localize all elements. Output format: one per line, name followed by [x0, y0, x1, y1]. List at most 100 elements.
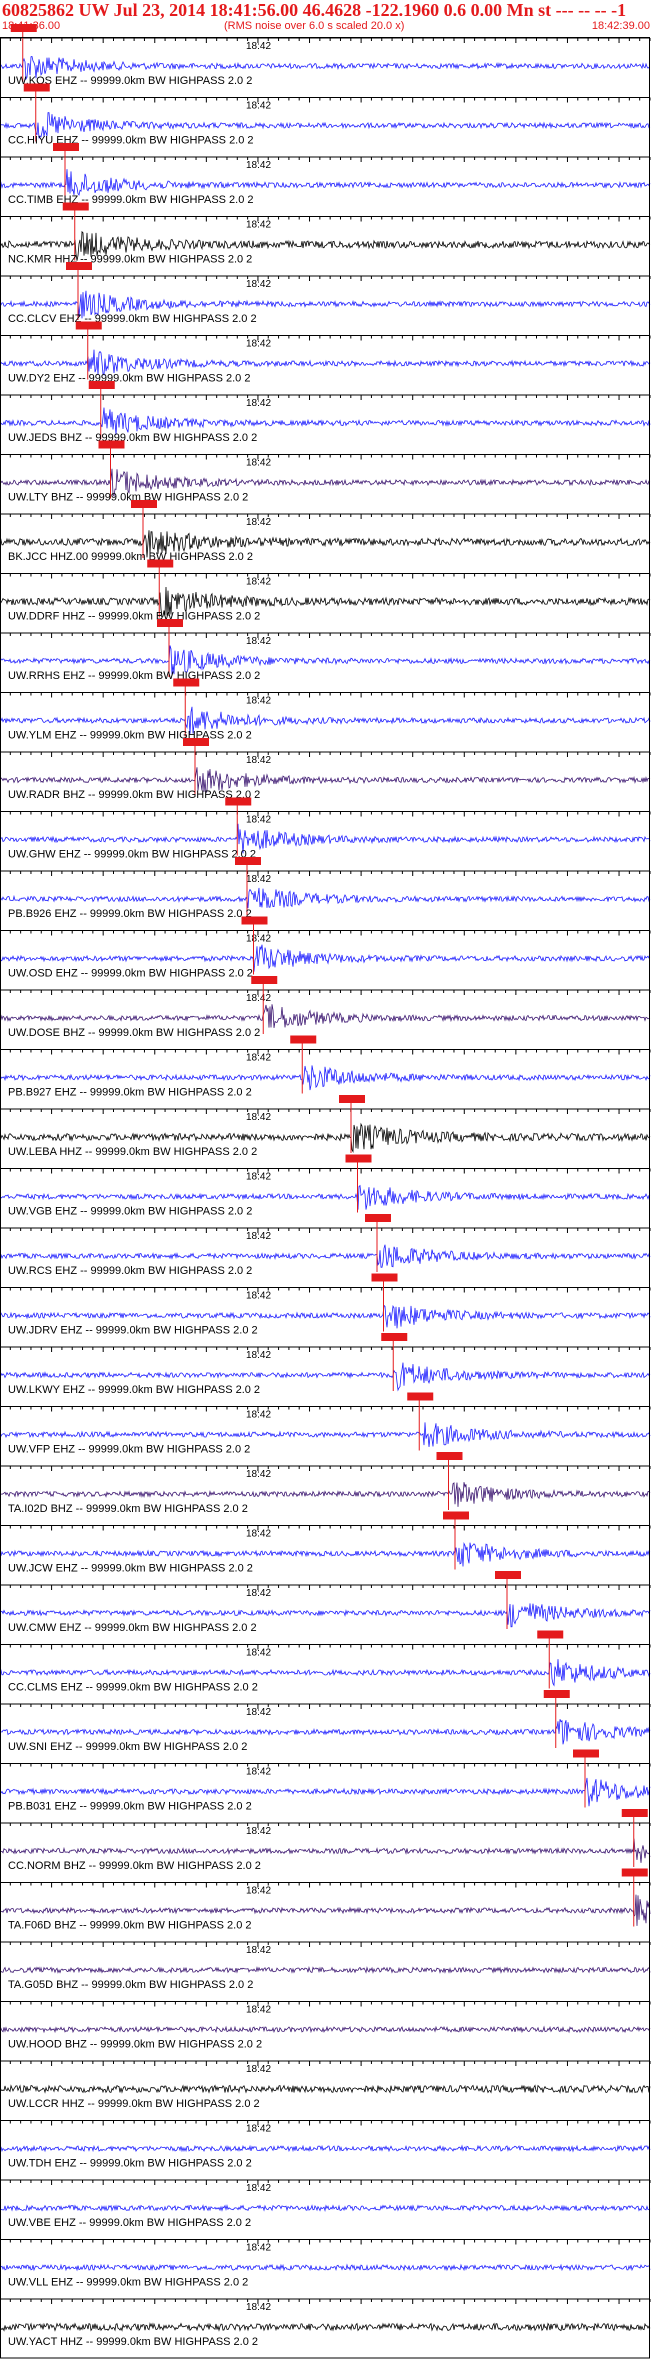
- trace-row: 18:42 UW.LTY BHZ -- 99999.0km BW HIGHPASS…: [0, 440, 651, 504]
- minute-label: 18:42: [246, 1826, 271, 1837]
- trace-row: 18:42 UW.LEBA HHZ -- 99999.0km BW HIGHPAS…: [0, 1095, 651, 1158]
- station-label: UW.YLM EHZ -- 99999.0km BW HIGHPASS 2.0 …: [8, 730, 252, 742]
- trace-row: 18:42 PB.B927 EHZ -- 99999.0km BW HIGHPAS…: [0, 1035, 651, 1099]
- station-label: UW.CMW EHZ -- 99999.0km BW HIGHPASS 2.0 …: [8, 1622, 257, 1634]
- pick-marker: [23, 83, 50, 92]
- waveform-trace: [0, 2144, 651, 2153]
- minute-label: 18:42: [246, 934, 271, 945]
- station-label: UW.OSD EHZ -- 99999.0km BW HIGHPASS 2.0 …: [8, 968, 253, 980]
- pick-marker: [407, 1392, 434, 1401]
- station-label: UW.VBE EHZ -- 99999.0km BW HIGHPASS 2.0 …: [8, 2217, 251, 2229]
- minute-label: 18:42: [246, 101, 271, 112]
- trace-row: 18:42 UW.LKWY EHZ -- 99999.0km BW HIGHPAS…: [0, 1333, 651, 1396]
- minute-label: 18:42: [246, 1112, 271, 1123]
- minute-label: 18:42: [246, 339, 271, 350]
- pick-marker: [621, 1868, 648, 1877]
- trace-row: 18:42 UW.VFP EHZ -- 99999.0km BW HIGHPASS…: [0, 1392, 651, 1456]
- trace-row: 18:42 CC.TIMB EHZ -- 99999.0km BW HIGHPAS…: [0, 143, 651, 206]
- minute-label: 18:42: [246, 1172, 271, 1183]
- minute-label: 18:42: [246, 1945, 271, 1956]
- pick-marker: [495, 1571, 521, 1579]
- station-label: UW.LEBA HHZ -- 99999.0km BW HIGHPASS 2.0…: [8, 1146, 257, 1158]
- waveform-trace: [0, 1004, 651, 1028]
- trace-row: 18:42 TA.G05D BHZ -- 99999.0km BW HIGHPAS…: [0, 1941, 651, 1991]
- pick-marker: [66, 262, 92, 270]
- minute-label: 18:42: [246, 2124, 271, 2135]
- pick-marker: [10, 24, 37, 32]
- trace-row: 18:42 CC.CLMS EHZ -- 99999.0km BW HIGHPAS…: [0, 1630, 651, 1694]
- trace-row: 18:42 UW.DDRF HHZ -- 99999.0km BW HIGHPAS…: [0, 559, 651, 623]
- trace-row: 18:42 NC.KMR HHZ -- 99999.0km BW HIGHPASS…: [0, 202, 651, 266]
- minute-label: 18:42: [246, 1648, 271, 1659]
- pick-marker: [573, 1749, 599, 1758]
- station-label: NC.KMR HHZ -- 99999.0km BW HIGHPASS 2.0 …: [8, 254, 252, 266]
- trace-row: 18:42 CC.CLCV EHZ -- 99999.0km BW HIGHPAS…: [0, 262, 651, 325]
- station-label: UW.LTY BHZ -- 99999.0km BW HIGHPASS 2.0 …: [8, 492, 248, 504]
- pick-marker: [173, 678, 200, 687]
- minute-label: 18:42: [246, 636, 271, 647]
- station-label: UW.DY2 EHZ -- 99999.0km BW HIGHPASS 2.0 …: [8, 373, 250, 385]
- station-label: UW.VFP EHZ -- 99999.0km BW HIGHPASS 2.0 …: [8, 1444, 250, 1456]
- waveform-trace: [0, 2025, 651, 2034]
- station-label: CC.CLMS EHZ -- 99999.0km BW HIGHPASS 2.0…: [8, 1682, 258, 1694]
- minute-label: 18:42: [246, 1588, 271, 1599]
- trace-row: 18:42 UW.TDH EHZ -- 99999.0km BW HIGHPASS…: [0, 2120, 651, 2170]
- minute-label: 18:42: [246, 2183, 271, 2194]
- pick-marker: [183, 738, 209, 746]
- waveform-trace: [0, 169, 651, 196]
- minute-label: 18:42: [246, 755, 271, 766]
- waveform-trace: [0, 2204, 651, 2212]
- pick-marker: [543, 1690, 570, 1698]
- station-label: CC.NORM BHZ -- 99999.0km BW HIGHPASS 2.0…: [8, 1860, 261, 1872]
- station-label: PB.B927 EHZ -- 99999.0km BW HIGHPASS 2.0…: [8, 1087, 252, 1099]
- waveform-trace: [0, 2084, 651, 2094]
- pick-marker: [147, 559, 174, 568]
- minute-label: 18:42: [246, 1291, 271, 1302]
- station-label: UW.VLL EHZ -- 99999.0km BW HIGHPASS 2.0 …: [8, 2277, 248, 2289]
- minute-label: 18:42: [246, 1053, 271, 1064]
- station-label: UW.TDH EHZ -- 99999.0km BW HIGHPASS 2.0 …: [8, 2158, 252, 2170]
- pick-marker: [290, 1035, 317, 1044]
- waveform-trace: [0, 887, 651, 909]
- trace-row: 18:42 PB.B926 EHZ -- 99999.0km BW HIGHPAS…: [0, 857, 651, 920]
- minute-label: 18:42: [246, 2243, 271, 2254]
- station-label: UW.JEDS BHZ -- 99999.0km BW HIGHPASS 2.0…: [8, 432, 257, 444]
- pick-marker: [88, 381, 115, 389]
- trace-row: 18:42 UW.RADR BHZ -- 99999.0km BW HIGHPAS…: [0, 738, 651, 801]
- station-label: UW.DOSE BHZ -- 99999.0km BW HIGHPASS 2.0…: [8, 1027, 260, 1039]
- pick-marker: [537, 1630, 564, 1639]
- trace-row: 18:42 UW.JCW EHZ -- 99999.0km BW HIGHPASS…: [0, 1511, 651, 1575]
- minute-label: 18:42: [246, 220, 271, 231]
- minute-label: 18:42: [246, 2302, 271, 2313]
- station-label: UW.JDRV EHZ -- 99999.0km BW HIGHPASS 2.0…: [8, 1325, 258, 1337]
- minute-label: 18:42: [246, 2005, 271, 2016]
- pick-marker: [157, 619, 183, 627]
- trace-row: 18:42 UW.VLL EHZ -- 99999.0km BW HIGHPASS…: [0, 2239, 651, 2289]
- pick-marker: [339, 1095, 365, 1103]
- trace-row: 18:42 UW.YLM EHZ -- 99999.0km BW HIGHPASS…: [0, 678, 651, 742]
- station-label: TA.G05D BHZ -- 99999.0km BW HIGHPASS 2.0…: [8, 1979, 253, 1991]
- minute-label: 18:42: [246, 1231, 271, 1242]
- minute-label: 18:42: [246, 874, 271, 885]
- pick-marker: [225, 797, 252, 806]
- minute-label: 18:42: [246, 1469, 271, 1480]
- waveform-trace: [0, 1965, 651, 1974]
- minute-label: 18:42: [246, 1767, 271, 1778]
- trace-row: 18:42 UW.SNI EHZ -- 99999.0km BW HIGHPASS…: [0, 1690, 651, 1753]
- trace-row: 18:42 BK.JCC HHZ.00 99999.0km BW HIGHPASS…: [0, 500, 651, 563]
- station-label: CC.TIMB EHZ -- 99999.0km BW HIGHPASS 2.0…: [8, 194, 254, 206]
- station-label: UW.LCCR HHZ -- 99999.0km BW HIGHPASS 2.0…: [8, 2098, 260, 2110]
- station-label: UW.GHW EHZ -- 99999.0km BW HIGHPASS 2.0 …: [8, 849, 256, 861]
- trace-row: 18:42 UW.RCS EHZ -- 99999.0km BW HIGHPASS…: [0, 1214, 651, 1277]
- pick-marker: [621, 1809, 648, 1817]
- pick-marker: [75, 321, 102, 330]
- trace-row: 18:42 UW.DY2 EHZ -- 99999.0km BW HIGHPASS…: [0, 321, 651, 385]
- trace-row: 18:42 UW.VGB EHZ -- 99999.0km BW HIGHPASS…: [0, 1154, 651, 1218]
- pick-marker: [443, 1511, 469, 1520]
- minute-label: 18:42: [246, 1707, 271, 1718]
- seismogram-plot: 18:42UW.KOS EHZ -- 99999.0km BW HIGHPASS…: [0, 24, 651, 2359]
- minute-label: 18:42: [246, 1350, 271, 1361]
- trace-row: 18:42 TA.F06D BHZ -- 99999.0km BW HIGHPAS…: [0, 1868, 651, 1932]
- station-label: PB.B926 EHZ -- 99999.0km BW HIGHPASS 2.0…: [8, 908, 252, 920]
- minute-label: 18:42: [246, 696, 271, 707]
